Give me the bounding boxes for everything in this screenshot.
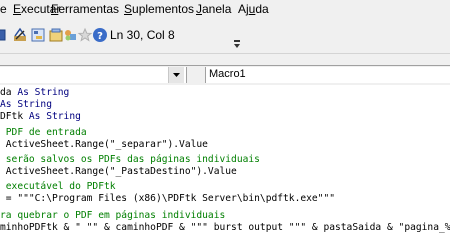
code-comment: PDF de entrada [0, 127, 87, 138]
code-window-header: Macro1 [0, 65, 450, 86]
code-line[interactable]: ActiveSheet.Range("_separar").Value [0, 139, 208, 151]
cursor-position-status: Ln 30, Col 8 [110, 28, 175, 42]
project-explorer-icon[interactable] [30, 27, 46, 43]
code-line[interactable]: executável do PDFtk [0, 181, 116, 193]
code-keyword: As String [0, 99, 52, 110]
menu-exibir[interactable]: e [0, 0, 8, 19]
code-text: ActiveSheet.Range("_PastaDestino").Value [0, 166, 237, 177]
code-text: DFtk [0, 111, 29, 122]
code-line[interactable]: ra quebrar o PDF em páginas individuais [0, 210, 225, 222]
code-line[interactable]: PDF de entrada [0, 127, 87, 139]
design-mode-icon[interactable] [12, 27, 28, 43]
toolbar: ? Ln 30, Col 8 [0, 19, 450, 54]
object-combo-dropdown[interactable] [168, 67, 184, 83]
stop-icon[interactable] [0, 27, 8, 43]
code-editor[interactable]: da As String As String DFtk As String PDF … [0, 85, 450, 240]
menu-bar: e Executar Ferramentas Suplementos Janel… [0, 0, 450, 19]
code-line[interactable]: DFtk As String [0, 111, 81, 123]
menu-ajuda[interactable]: Ajuda [237, 0, 270, 19]
code-line[interactable]: da As String [0, 87, 69, 99]
code-keyword: As String [28, 111, 81, 122]
svg-text:?: ? [97, 31, 103, 42]
code-comment: ra quebrar o PDF em páginas individuais [0, 210, 226, 221]
code-line[interactable]: serão salvos os PDFs das páginas individ… [0, 154, 260, 166]
code-line[interactable]: ActiveSheet.Range("_PastaDestino").Value [0, 166, 237, 178]
code-keyword: As String [17, 87, 70, 98]
toolbar-options-icon[interactable] [233, 39, 241, 49]
procedure-combo[interactable]: Macro1 [205, 67, 450, 83]
chevron-down-icon [173, 73, 180, 77]
help-icon[interactable]: ? [92, 27, 108, 43]
code-comment: serão salvos os PDFs das páginas individ… [0, 154, 260, 165]
menu-janela[interactable]: Janela [195, 0, 232, 19]
object-combo[interactable] [0, 67, 187, 83]
code-line[interactable]: As String [0, 99, 52, 111]
code-line[interactable]: = """C:\Program Files (x86)\PDFtk Server… [0, 193, 335, 205]
menu-ferramentas[interactable]: Ferramentas [50, 0, 120, 19]
code-text: minhoPDFtk & " "" & caminhoPDF & """ bur… [0, 222, 450, 233]
code-text: = """C:\Program Files (x86)\PDFtk Server… [0, 193, 336, 204]
procedure-combo-value: Macro1 [209, 68, 246, 80]
toolbar-separator [0, 54, 450, 65]
toolbox-icon[interactable] [77, 27, 93, 43]
code-comment: executável do PDFtk [0, 181, 116, 192]
code-text: ActiveSheet.Range("_separar").Value [0, 139, 208, 150]
code-text: da [0, 87, 18, 98]
menu-suplementos[interactable]: Suplementos [123, 0, 195, 19]
object-browser-icon[interactable] [62, 27, 78, 43]
code-line[interactable]: minhoPDFtk & " "" & caminhoPDF & """ bur… [0, 222, 450, 234]
